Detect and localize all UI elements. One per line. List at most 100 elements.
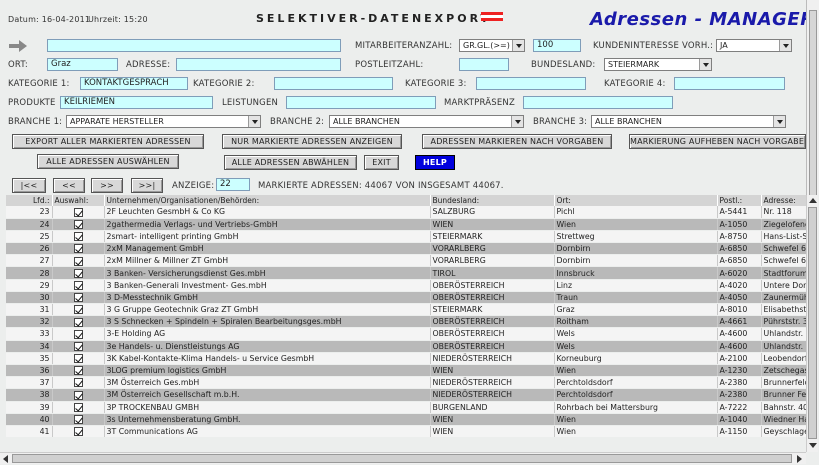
cell-ort: Perchtoldsdorf [554,376,718,390]
last-page-button[interactable]: >>| [131,178,163,193]
table-row[interactable]: 29 3 Banken-Generali Investment- Ges.mbH O… [6,279,807,292]
row-select-checkbox[interactable] [73,402,83,412]
cell-auswahl [52,425,105,439]
table-row[interactable]: 37 3M Österreich Ges.mbH NIEDERÖSTERREICH P… [6,376,807,390]
table-row[interactable]: 24 2gathermedia Verlags- und Vertriebs-Gm… [6,218,807,231]
marktpraesenz-input[interactable] [523,96,673,109]
scroll-down-icon[interactable] [808,440,818,450]
export-button[interactable]: EXPORT ALLER MARKIERTEN ADRESSEN [12,134,204,149]
row-select-checkbox[interactable] [73,378,83,388]
table-row[interactable]: 39 3P TROCKENBAU GMBH BURGENLAND Rohrbach b… [6,401,807,414]
branche3-select[interactable]: ALLE BRANCHEN [591,115,786,128]
col-header-lfd[interactable]: Lfd.: [6,195,53,206]
row-select-checkbox[interactable] [73,293,83,303]
cell-auswahl [52,218,105,231]
table-row[interactable]: 32 3 S Schnecken + Spindeln + Spiralen Be… [6,315,807,329]
bundesland-select[interactable]: STEIERMARK [604,58,712,71]
kategorie3-input[interactable] [476,77,586,90]
anzeige-input[interactable]: 22 [216,178,250,191]
row-select-checkbox[interactable] [73,329,83,339]
col-header-unternehmen[interactable]: Unternehmen/Organisationen/Behörden: [104,195,431,206]
exit-button[interactable]: EXIT [364,155,399,170]
row-select-checkbox[interactable] [73,354,83,364]
row-select-checkbox[interactable] [73,415,83,425]
col-header-postl[interactable]: Postl.: [717,195,762,206]
row-select-checkbox[interactable] [73,280,83,290]
table-row[interactable]: 40 3s Unternehmensberatung GmbH. WIEN Wien A… [6,413,807,426]
help-button[interactable]: HELP [415,155,455,170]
kategorie4-input[interactable] [674,77,785,90]
row-select-checkbox[interactable] [73,427,83,437]
first-page-button[interactable]: |<< [12,178,46,193]
produkte-input[interactable]: KEILRIEMEN [60,96,213,109]
row-select-checkbox[interactable] [73,305,83,315]
cell-postl: A-2380 [717,376,762,390]
row-select-checkbox[interactable] [73,366,83,376]
table-row[interactable]: 41 3T Communications AG WIEN Wien A-1150 Geys… [6,425,807,439]
nur-markierte-button[interactable]: NUR MARKIERTE ADRESSEN ANZEIGEN [222,134,402,149]
alle-abwaehlen-button[interactable]: ALLE ADRESSEN ABWÄHLEN [224,155,357,170]
table-row[interactable]: 25 2smart- intelligent printing GmbH STEIE… [6,230,807,244]
cell-unternehmen: 3 S Schnecken + Spindeln + Spiralen Bear… [104,315,431,329]
table-row[interactable]: 28 3 Banken- Versicherungsdienst Ges.mbH T… [6,266,807,280]
row-select-checkbox[interactable] [73,341,83,351]
next-page-button[interactable]: >> [91,178,123,193]
table-row[interactable]: 33 3-E Holding AG OBERÖSTERREICH Wels A-4600… [6,327,807,341]
col-header-ort[interactable]: Ort: [554,195,718,206]
cell-adresse: Uhlandstr. 3 [761,327,807,341]
markierung-aufheben-button[interactable]: MARKIERUNG AUFHEBEN NACH VORGABEN [629,134,806,149]
kategorie2-input[interactable] [274,77,393,90]
row-select-checkbox[interactable] [73,256,83,266]
row-select-checkbox[interactable] [73,244,83,254]
page-vertical-scrollbar[interactable] [806,0,819,250]
kategorie1-input[interactable]: KONTAKTGESPRÄCH [80,77,188,90]
row-select-checkbox[interactable] [73,232,83,242]
table-row[interactable]: 26 2xM Management GmbH VORARLBERG Dornbirn A… [6,242,807,256]
branche1-select[interactable]: APPARATE HERSTELLER [66,115,261,128]
row-select-checkbox[interactable] [73,207,83,217]
cell-adresse: Geyschlage [761,425,807,439]
col-header-adresse[interactable]: Adresse: [761,195,807,206]
row-select-checkbox[interactable] [73,268,83,278]
postleitzahl-input[interactable] [459,58,509,71]
anzeige-label: ANZEIGE: [172,181,215,191]
table-vertical-scrollbar[interactable] [806,195,818,452]
kundeninteresse-select[interactable]: JA [716,39,792,52]
scroll-left-icon[interactable] [1,454,11,464]
horizontal-scrollbar-thumb[interactable] [12,454,792,463]
arrow-right-icon[interactable] [9,40,27,55]
table-row[interactable]: 36 3LOG premium logistics GmbH WIEN Wien A-1… [6,364,807,378]
cell-ort: Roitham [554,315,718,329]
col-header-auswahl[interactable]: Auswahl: [52,195,105,206]
search-input[interactable] [47,39,341,52]
scroll-right-icon[interactable] [794,454,804,464]
table-row[interactable]: 34 3e Handels- u. Dienstleistungs AG OBERÖ… [6,340,807,353]
row-select-checkbox[interactable] [73,390,83,400]
row-select-checkbox[interactable] [73,220,83,230]
table-scrollbar-thumb[interactable] [808,207,817,439]
postleitzahl-label: POSTLEITZAHL: [355,60,424,70]
datum-label: Datum: 16-04-2011 [8,15,91,24]
table-row[interactable]: 35 3K Kabel-Kontakte-Klima Handels- u Ser… [6,352,807,365]
table-row[interactable]: 30 3 D-Messtechnik GmbH OBERÖSTERREICH Trau… [6,291,807,305]
cell-adresse: Brunnerfeld [761,376,807,390]
mitarbeiteranzahl-operator-select[interactable]: GR.GL.(>=) [459,39,525,52]
prev-page-button[interactable]: << [53,178,85,193]
branche2-select[interactable]: ALLE BRANCHEN [329,115,524,128]
markieren-nach-vorgaben-button[interactable]: ADRESSEN MARKIEREN NACH VORGABEN [422,134,612,149]
alle-auswaehlen-button[interactable]: ALLE ADRESSEN AUSWÄHLEN [37,154,179,169]
row-select-checkbox[interactable] [73,317,83,327]
table-row[interactable]: 27 2xM Millner & Millner ZT GmbH VORARLBER… [6,254,807,268]
table-row[interactable]: 23 2F Leuchten GesmbH & Co KG SALZBURG Pich… [6,206,807,219]
ort-input[interactable]: Graz [47,58,118,71]
mitarbeiteranzahl-input[interactable]: 100 [533,39,581,52]
table-row[interactable]: 31 3 G Gruppe Geotechnik Graz ZT GmbH STEI… [6,303,807,317]
col-header-bundesland[interactable]: Bundesland: [430,195,555,206]
leistungen-input[interactable] [286,96,436,109]
cell-bundesland: OBERÖSTERREICH [430,327,555,341]
cell-lfd: 32 [6,315,53,329]
table-row[interactable]: 38 3M Österreich Gesellschaft m.b.H. NIEDE… [6,388,807,402]
adresse-input[interactable] [176,58,341,71]
scroll-up-icon[interactable] [808,196,818,206]
table-horizontal-scrollbar[interactable] [0,452,806,464]
